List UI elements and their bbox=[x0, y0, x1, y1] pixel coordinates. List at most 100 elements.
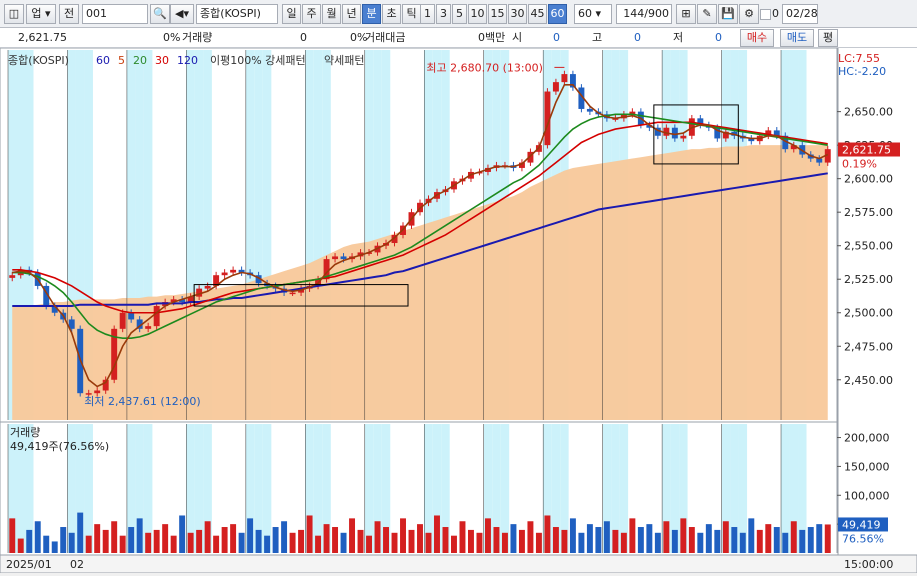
candle-body bbox=[552, 82, 559, 92]
volume-bar bbox=[816, 524, 823, 553]
period-tab[interactable]: 일 bbox=[282, 4, 301, 24]
time-stripe bbox=[262, 424, 272, 553]
high-value: 0 bbox=[634, 31, 641, 44]
period-tab[interactable]: 년 bbox=[342, 4, 361, 24]
volume-bar bbox=[442, 527, 449, 553]
volume-bar bbox=[102, 529, 109, 553]
interval-button[interactable]: 10 bbox=[468, 4, 487, 24]
period-tab[interactable]: 주 bbox=[302, 4, 321, 24]
y-tick-label: 2,525.00 bbox=[844, 273, 893, 286]
eval-button[interactable]: 평 bbox=[818, 29, 838, 47]
volume-bar bbox=[94, 524, 101, 553]
volume-bar bbox=[374, 521, 381, 553]
volume-bar bbox=[688, 527, 695, 553]
volume-bar bbox=[136, 518, 143, 553]
chart-svg[interactable]: 2,650.002,625.002,600.002,575.002,550.00… bbox=[0, 47, 917, 574]
volume-bar bbox=[552, 527, 559, 553]
y-tick-label: 2,475.00 bbox=[844, 340, 893, 353]
interval-button[interactable]: 5 bbox=[452, 4, 467, 24]
volume-bar bbox=[544, 515, 551, 553]
volume-value-label: 49,419주(76.56%) bbox=[10, 440, 109, 453]
candle-body bbox=[153, 306, 160, 327]
candle-body bbox=[9, 275, 16, 278]
interval-button[interactable]: 3 bbox=[436, 4, 451, 24]
high-annotation: 최고 2,680.70 (13:00) bbox=[426, 61, 543, 74]
volume-bar bbox=[501, 532, 508, 553]
amount-label: 거래대금 bbox=[365, 31, 406, 44]
volume-bar bbox=[612, 529, 619, 553]
candle-body bbox=[128, 312, 135, 320]
draw-tool-icon[interactable]: ✎ bbox=[697, 4, 717, 24]
interval-button[interactable]: 45 bbox=[528, 4, 547, 24]
chart-type-icon[interactable]: ◫ bbox=[4, 4, 24, 24]
legend-weak: 약세패턴 bbox=[324, 53, 364, 67]
volume-bar bbox=[484, 518, 491, 553]
period-tab[interactable]: 틱 bbox=[402, 4, 421, 24]
volume-bar bbox=[756, 529, 763, 553]
y-tick-label: 2,575.00 bbox=[844, 206, 893, 219]
candle-body bbox=[94, 390, 101, 394]
period-tab[interactable]: 월 bbox=[322, 4, 341, 24]
volume-bar bbox=[332, 527, 339, 553]
time-stripe bbox=[364, 424, 374, 553]
legend-ma: 30 bbox=[155, 54, 169, 67]
volume-bar bbox=[77, 512, 84, 553]
volume-bar bbox=[569, 518, 576, 553]
volume-bar bbox=[264, 535, 271, 553]
amount-unit: 0백만 bbox=[478, 31, 506, 44]
volume-bar bbox=[119, 535, 126, 553]
speaker-icon[interactable]: ◀▾ bbox=[170, 4, 194, 24]
volume-bar bbox=[807, 527, 814, 553]
volume-bar bbox=[518, 529, 525, 553]
interval-button[interactable]: 60 bbox=[548, 4, 567, 24]
interval-button[interactable]: 15 bbox=[488, 4, 507, 24]
volume-bar bbox=[748, 518, 755, 553]
volume-bar bbox=[289, 532, 296, 553]
volume-bar bbox=[68, 532, 75, 553]
search-icon[interactable]: 🔍 bbox=[150, 4, 170, 24]
market-select[interactable]: 업 ▾ bbox=[26, 4, 56, 24]
buy-button[interactable]: 매수 bbox=[740, 29, 774, 47]
sell-button[interactable]: 매도 bbox=[780, 29, 814, 47]
volume-bar bbox=[306, 515, 313, 553]
y-tick-label: 2,600.00 bbox=[844, 173, 893, 186]
volume-label: 거래량 bbox=[182, 31, 213, 44]
prev-button[interactable]: 전 bbox=[59, 4, 79, 24]
chart-area[interactable]: 2,650.002,625.002,600.002,575.002,550.00… bbox=[0, 47, 917, 574]
info-bar: 2,621.75 0% 거래량 0 0% 거래대금 0백만 시 0 고 0 저 … bbox=[0, 28, 917, 48]
count-field[interactable]: 144/900 bbox=[616, 4, 672, 24]
volume-bar bbox=[527, 521, 534, 553]
volume-bar bbox=[128, 527, 135, 553]
volume-bar bbox=[782, 532, 789, 553]
volume-bar bbox=[26, 529, 33, 553]
volume-bar bbox=[238, 532, 245, 553]
gear-icon[interactable]: ⚙ bbox=[739, 4, 759, 24]
volume-bar bbox=[586, 524, 593, 553]
candle-body bbox=[289, 292, 296, 295]
date-checkbox[interactable] bbox=[760, 9, 771, 20]
candle-body bbox=[340, 256, 347, 260]
grid-tool-icon[interactable]: ⊞ bbox=[676, 4, 696, 24]
volume-bar bbox=[60, 527, 67, 553]
period-tab[interactable]: 초 bbox=[382, 4, 401, 24]
save-icon[interactable]: 💾 bbox=[718, 4, 738, 24]
code-input[interactable]: 001 bbox=[82, 4, 148, 24]
interval-button[interactable]: 1 bbox=[420, 4, 435, 24]
candle-body bbox=[561, 74, 568, 83]
legend-ma: 120 bbox=[177, 54, 198, 67]
volume-bar bbox=[731, 527, 738, 553]
volume-bar bbox=[408, 529, 415, 553]
interval-input[interactable]: 60 ▾ bbox=[574, 4, 612, 24]
legend-name: 종합(KOSPI) bbox=[8, 54, 69, 67]
period-tab[interactable]: 분 bbox=[362, 4, 381, 24]
volume-bar bbox=[349, 518, 356, 553]
volume-bar bbox=[773, 527, 780, 553]
date-input[interactable]: 02/28 bbox=[782, 4, 818, 24]
volume-bar bbox=[272, 527, 279, 553]
high-label: 고 bbox=[592, 31, 603, 44]
volume-bar bbox=[451, 535, 457, 553]
candle-body bbox=[119, 312, 126, 329]
volume-bar bbox=[722, 521, 729, 553]
interval-button[interactable]: 30 bbox=[508, 4, 527, 24]
volume-bar bbox=[179, 515, 186, 553]
